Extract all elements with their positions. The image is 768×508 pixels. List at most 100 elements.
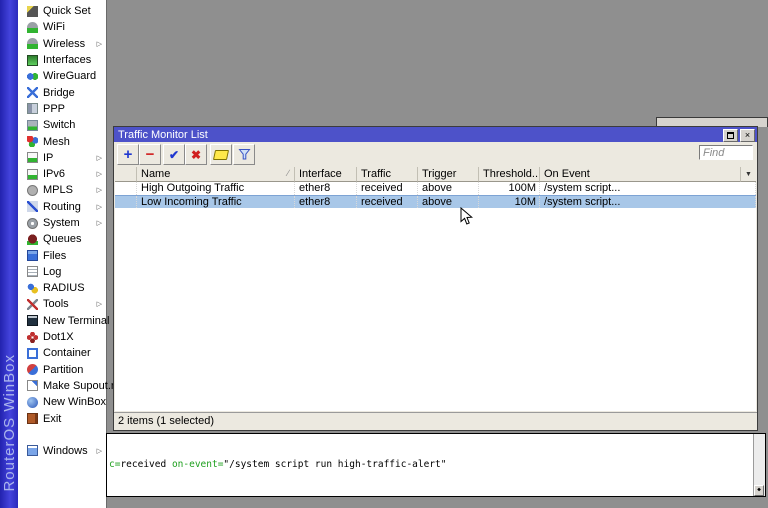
row-on-event-cell: /system script... [540, 182, 756, 195]
sidebar-item-new-winbox[interactable]: New WinBox [18, 394, 106, 410]
sidebar-item-partition[interactable]: Partition [18, 362, 106, 378]
submenu-arrow-icon: ▷ [96, 301, 102, 309]
brand-strip: RouterOS WinBox [0, 0, 18, 508]
row-traffic-cell: received [357, 182, 418, 195]
tools-cross-icon [27, 298, 38, 310]
ppp-plug-icon [27, 103, 38, 115]
column-select-button[interactable]: ▼ [740, 167, 756, 182]
row-interface-cell: ether8 [295, 196, 357, 208]
row-name-cell: High Outgoing Traffic [137, 182, 295, 195]
comment-note-icon [212, 149, 230, 160]
wireless-antenna-icon [27, 38, 38, 50]
column-header-icon[interactable] [115, 167, 137, 182]
windows-icon [27, 445, 38, 457]
column-header-trigger[interactable]: Trigger [418, 167, 479, 182]
sidebar-item-new-terminal[interactable]: New Terminal [18, 313, 109, 329]
sidebar-item-wireguard[interactable]: WireGuard [18, 68, 106, 84]
submenu-arrow-icon: ▷ [96, 154, 102, 162]
add-button[interactable]: + [117, 144, 139, 165]
traffic-table: Name ∕ Interface Traffic Trigger Threshol… [115, 167, 756, 411]
chevron-down-icon: ▼ [745, 170, 752, 178]
winbox-screen: RouterOS WinBox Quick Set WiFi Wireless ▷… [0, 0, 768, 508]
items-count-label: 2 items (1 selected) [118, 415, 214, 427]
table-row[interactable]: High Outgoing Traffic ether8 received ab… [115, 182, 756, 195]
disable-button[interactable]: ✖ [185, 144, 207, 165]
sidebar-item-container[interactable]: Container [18, 345, 106, 361]
window-statusbar: 2 items (1 selected) [114, 412, 757, 430]
bridge-arrows-icon [27, 87, 38, 99]
sidebar-item-system[interactable]: System ▷ [18, 215, 106, 231]
terminal-scrollbar[interactable]: ◆ [753, 434, 765, 496]
sidebar-item-tools[interactable]: Tools ▷ [18, 296, 106, 312]
column-header-interface[interactable]: Interface [295, 167, 357, 182]
remove-button[interactable]: − [139, 144, 161, 165]
scroll-down-button[interactable]: ◆ [754, 485, 764, 496]
scroll-down-icon: ◆ [757, 486, 761, 494]
container-monitor-icon [27, 347, 38, 359]
table-row-selected[interactable]: Low Incoming Traffic ether8 received abo… [115, 195, 756, 208]
minus-icon: − [145, 146, 155, 163]
row-trigger-cell: above [418, 182, 479, 195]
sidebar-item-routing[interactable]: Routing ▷ [18, 199, 106, 215]
submenu-arrow-icon: ▷ [96, 447, 102, 455]
filter-button[interactable] [233, 144, 255, 165]
sidebar-item-radius[interactable]: RADIUS [18, 280, 106, 296]
submenu-arrow-icon: ▷ [96, 187, 102, 195]
window-titlebar[interactable]: Traffic Monitor List × [114, 127, 757, 142]
queues-gauge-icon [27, 233, 38, 245]
sidebar-item-mpls[interactable]: MPLS ▷ [18, 182, 106, 198]
sidebar-item-wireless[interactable]: Wireless ▷ [18, 36, 106, 52]
column-header-on-event[interactable]: On Event [540, 167, 756, 182]
terminal-window-icon [27, 315, 38, 327]
row-threshold-cell: 10M [479, 196, 540, 208]
sidebar-item-files[interactable]: Files [18, 247, 106, 263]
terminal-window[interactable]: c=received on-event="/system script run … [106, 433, 766, 497]
traffic-monitor-window: Traffic Monitor List × + − ✔ ✖ Name∕ Int… [113, 126, 758, 431]
terminal-line: admin@MikroTik] /tool/traffic-monitor> a… [109, 496, 763, 497]
row-traffic-cell: received [357, 196, 418, 208]
partition-pie-icon [27, 364, 38, 376]
sidebar-item-interfaces[interactable]: Interfaces [18, 52, 106, 68]
column-header-name[interactable]: Name ∕ [137, 167, 295, 182]
close-button[interactable]: × [740, 129, 755, 142]
sidebar-item-exit[interactable]: Exit [18, 410, 106, 426]
sidebar-item-dot1x[interactable]: Dot1X [18, 329, 106, 345]
window-title: Traffic Monitor List [118, 128, 208, 141]
wireguard-icon [27, 70, 38, 82]
sidebar-item-make-supout[interactable]: Make Supout.rif [18, 378, 120, 394]
sidebar-item-ip[interactable]: IP ▷ [18, 150, 106, 166]
sidebar-menu: Quick Set WiFi Wireless ▷ Interfaces Wire… [18, 0, 120, 508]
ipv6-icon [27, 168, 38, 180]
enable-button[interactable]: ✔ [163, 144, 185, 165]
magic-wand-icon [27, 5, 38, 17]
sidebar-item-switch[interactable]: Switch [18, 117, 106, 133]
sidebar-item-mesh[interactable]: Mesh [18, 133, 106, 149]
maximize-button[interactable] [723, 129, 738, 142]
table-header-row: Name ∕ Interface Traffic Trigger Threshol… [115, 167, 756, 182]
sidebar-item-quick-set[interactable]: Quick Set [18, 3, 106, 19]
radius-users-icon [27, 282, 38, 294]
brand-vertical-text: RouterOS WinBox [1, 354, 18, 492]
sidebar-item-ppp[interactable]: PPP [18, 101, 106, 117]
close-icon: × [744, 130, 751, 140]
wifi-antenna-icon [27, 21, 38, 33]
plus-icon: + [123, 146, 133, 163]
sidebar-item-ipv6[interactable]: IPv6 ▷ [18, 166, 106, 182]
sidebar-item-wifi[interactable]: WiFi [18, 19, 106, 35]
sidebar-item-queues[interactable]: Queues [18, 231, 106, 247]
find-input[interactable] [699, 145, 753, 160]
folder-icon [27, 250, 38, 262]
sidebar-item-bridge[interactable]: Bridge [18, 84, 106, 100]
cross-icon: ✖ [190, 147, 202, 162]
column-header-traffic[interactable]: Traffic [357, 167, 418, 182]
dot1x-icon [27, 331, 38, 343]
window-toolbar: + − ✔ ✖ [114, 142, 757, 167]
mesh-nodes-icon [27, 136, 38, 148]
comment-button[interactable] [210, 144, 232, 165]
column-header-threshold[interactable]: Threshold... [479, 167, 540, 182]
winbox-globe-icon [27, 396, 38, 408]
sort-asc-icon: ∕ [287, 168, 289, 178]
sidebar-item-windows[interactable]: Windows ▷ [18, 443, 106, 459]
sidebar-item-log[interactable]: Log [18, 264, 106, 280]
row-icon-cell [115, 196, 137, 208]
